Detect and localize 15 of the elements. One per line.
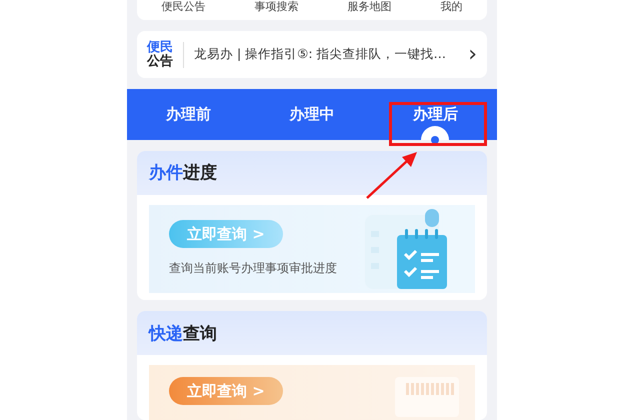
nav-item[interactable]: 服务地图: [348, 0, 392, 13]
tab[interactable]: 办理后: [402, 89, 468, 140]
nav-item[interactable]: 事项搜索: [254, 0, 298, 13]
chevron-icon: ›: [468, 42, 477, 68]
card-title: 办件进度: [137, 150, 487, 195]
nav-item[interactable]: 我的: [440, 0, 462, 13]
notice-card[interactable]: 便民 公告 龙易办 | 操作指引⑤: 指尖查排队，一键找… ›: [137, 31, 487, 78]
notice-text: 龙易办 | 操作指引⑤: 指尖查排队，一键找…: [194, 46, 448, 64]
tab[interactable]: 办理前: [156, 89, 222, 140]
card-title: 快递查询: [137, 311, 487, 356]
tab[interactable]: 办理中: [279, 89, 344, 140]
query-banner[interactable]: 立即查询 > 查询当前账号办理事项审批进度: [149, 204, 475, 293]
nav-item[interactable]: 便民公告: [162, 0, 206, 13]
query-description: 查询当前账号办理事项审批进度: [169, 260, 337, 278]
notice-label: 便民 公告: [147, 40, 173, 69]
